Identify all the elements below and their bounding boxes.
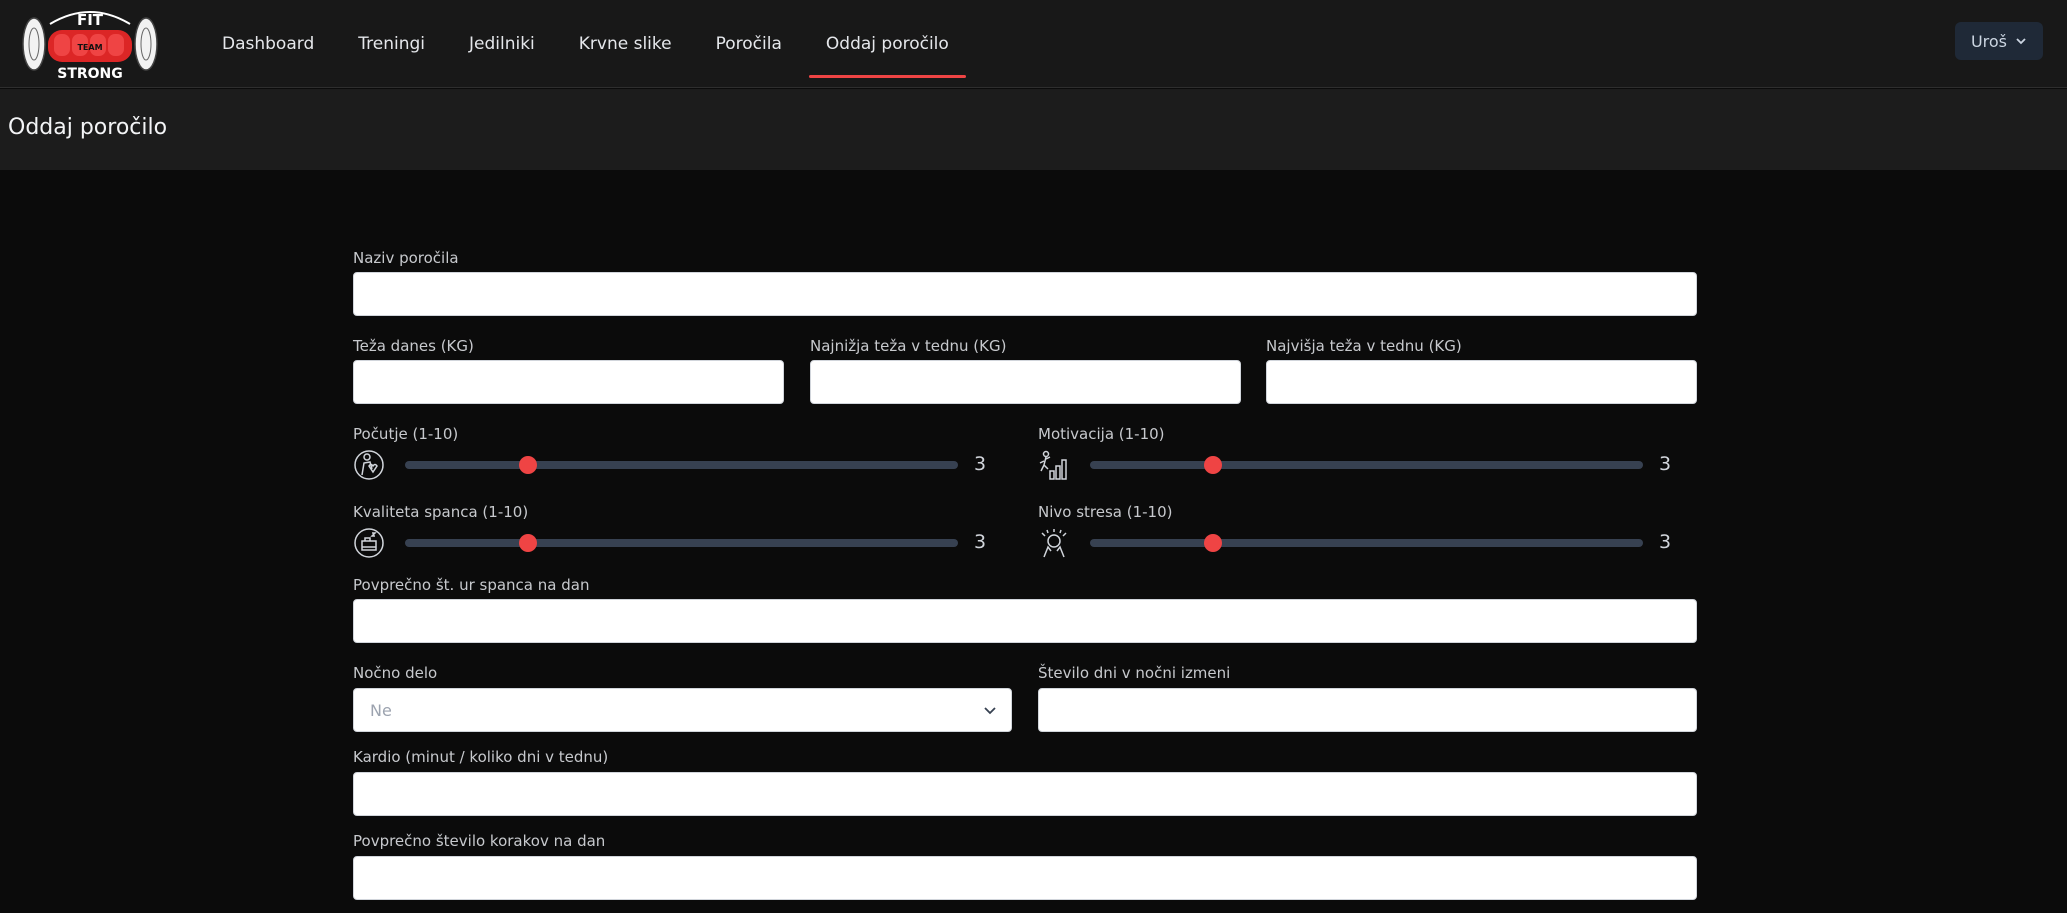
motivation-slider: 3 <box>1038 449 1698 481</box>
sleep-quality-label: Kvaliteta spanca (1-10) <box>353 503 529 521</box>
sleep-hours-input[interactable] <box>353 599 1697 643</box>
nav-item-jedilniki[interactable]: Jedilniki <box>447 0 557 88</box>
fit-team-strong-logo[interactable]: FIT TEAM STRONG <box>20 4 160 82</box>
stress-thumb[interactable] <box>1203 534 1222 552</box>
motivation-label: Motivacija (1-10) <box>1038 425 1165 443</box>
stress-label: Nivo stresa (1-10) <box>1038 503 1173 521</box>
nav-item-dashboard[interactable]: Dashboard <box>200 0 336 88</box>
sleep-quality-slider: 3 <box>353 527 1013 559</box>
cardio-input[interactable] <box>353 772 1697 816</box>
motivation-value: 3 <box>1659 453 1672 475</box>
night-work-select[interactable]: Ne <box>353 688 1012 732</box>
weight-max-label: Najvišja teža v tednu (KG) <box>1266 337 1462 355</box>
chevron-down-icon <box>981 701 999 723</box>
sleep-quality-track[interactable] <box>405 534 958 552</box>
main-nav: Dashboard Treningi Jedilniki Krvne slike… <box>200 0 971 88</box>
logo-text-top: FIT <box>77 11 104 29</box>
weight-min-input[interactable] <box>810 360 1241 404</box>
nav-item-oddaj-porocilo[interactable]: Oddaj poročilo <box>804 0 971 88</box>
sleep-quality-icon <box>353 527 385 559</box>
wellbeing-label: Počutje (1-10) <box>353 425 459 443</box>
night-days-label: Število dni v nočni izmeni <box>1038 664 1231 682</box>
motivation-icon <box>1038 449 1070 481</box>
night-days-input[interactable] <box>1038 688 1697 732</box>
report-name-input[interactable] <box>353 272 1697 316</box>
weight-today-input[interactable] <box>353 360 784 404</box>
wellbeing-value: 3 <box>974 453 987 475</box>
top-navbar: FIT TEAM STRONG Dashboard Treningi Jedil… <box>0 0 2067 88</box>
weight-min-label: Najnižja teža v tednu (KG) <box>810 337 1007 355</box>
wellbeing-thumb[interactable] <box>518 456 537 474</box>
nav-item-porocila[interactable]: Poročila <box>694 0 804 88</box>
page-title: Oddaj poročilo <box>8 115 168 140</box>
nav-item-krvne-slike[interactable]: Krvne slike <box>557 0 694 88</box>
cardio-label: Kardio (minut / koliko dni v tednu) <box>353 748 609 766</box>
sleep-hours-label: Povprečno št. ur spanca na dan <box>353 576 590 594</box>
weight-today-label: Teža danes (KG) <box>353 337 474 355</box>
logo-text-bottom: STRONG <box>57 66 123 82</box>
nav-item-treningi[interactable]: Treningi <box>336 0 447 88</box>
user-menu-button[interactable]: Uroš <box>1954 22 2043 60</box>
stress-value: 3 <box>1659 531 1672 553</box>
motivation-track[interactable] <box>1090 456 1643 474</box>
stress-track[interactable] <box>1090 534 1643 552</box>
stress-slider: 3 <box>1038 527 1698 559</box>
wellbeing-icon <box>353 449 385 481</box>
weight-max-input[interactable] <box>1266 360 1697 404</box>
report-name-label: Naziv poročila <box>353 249 459 267</box>
motivation-thumb[interactable] <box>1203 456 1222 474</box>
wellbeing-slider: 3 <box>353 449 1013 481</box>
page-header: Oddaj poročilo <box>0 89 2067 170</box>
steps-label: Povprečno število korakov na dan <box>353 832 606 850</box>
user-name: Uroš <box>1970 31 2007 51</box>
sleep-quality-thumb[interactable] <box>518 534 537 552</box>
night-work-label: Nočno delo <box>353 664 438 682</box>
sleep-quality-value: 3 <box>974 531 987 553</box>
logo-text-middle: TEAM <box>77 43 102 52</box>
stress-icon <box>1038 527 1070 559</box>
wellbeing-track[interactable] <box>405 456 958 474</box>
night-work-selected: Ne <box>370 700 392 720</box>
chevron-down-icon <box>2015 32 2027 51</box>
steps-input[interactable] <box>353 856 1697 900</box>
